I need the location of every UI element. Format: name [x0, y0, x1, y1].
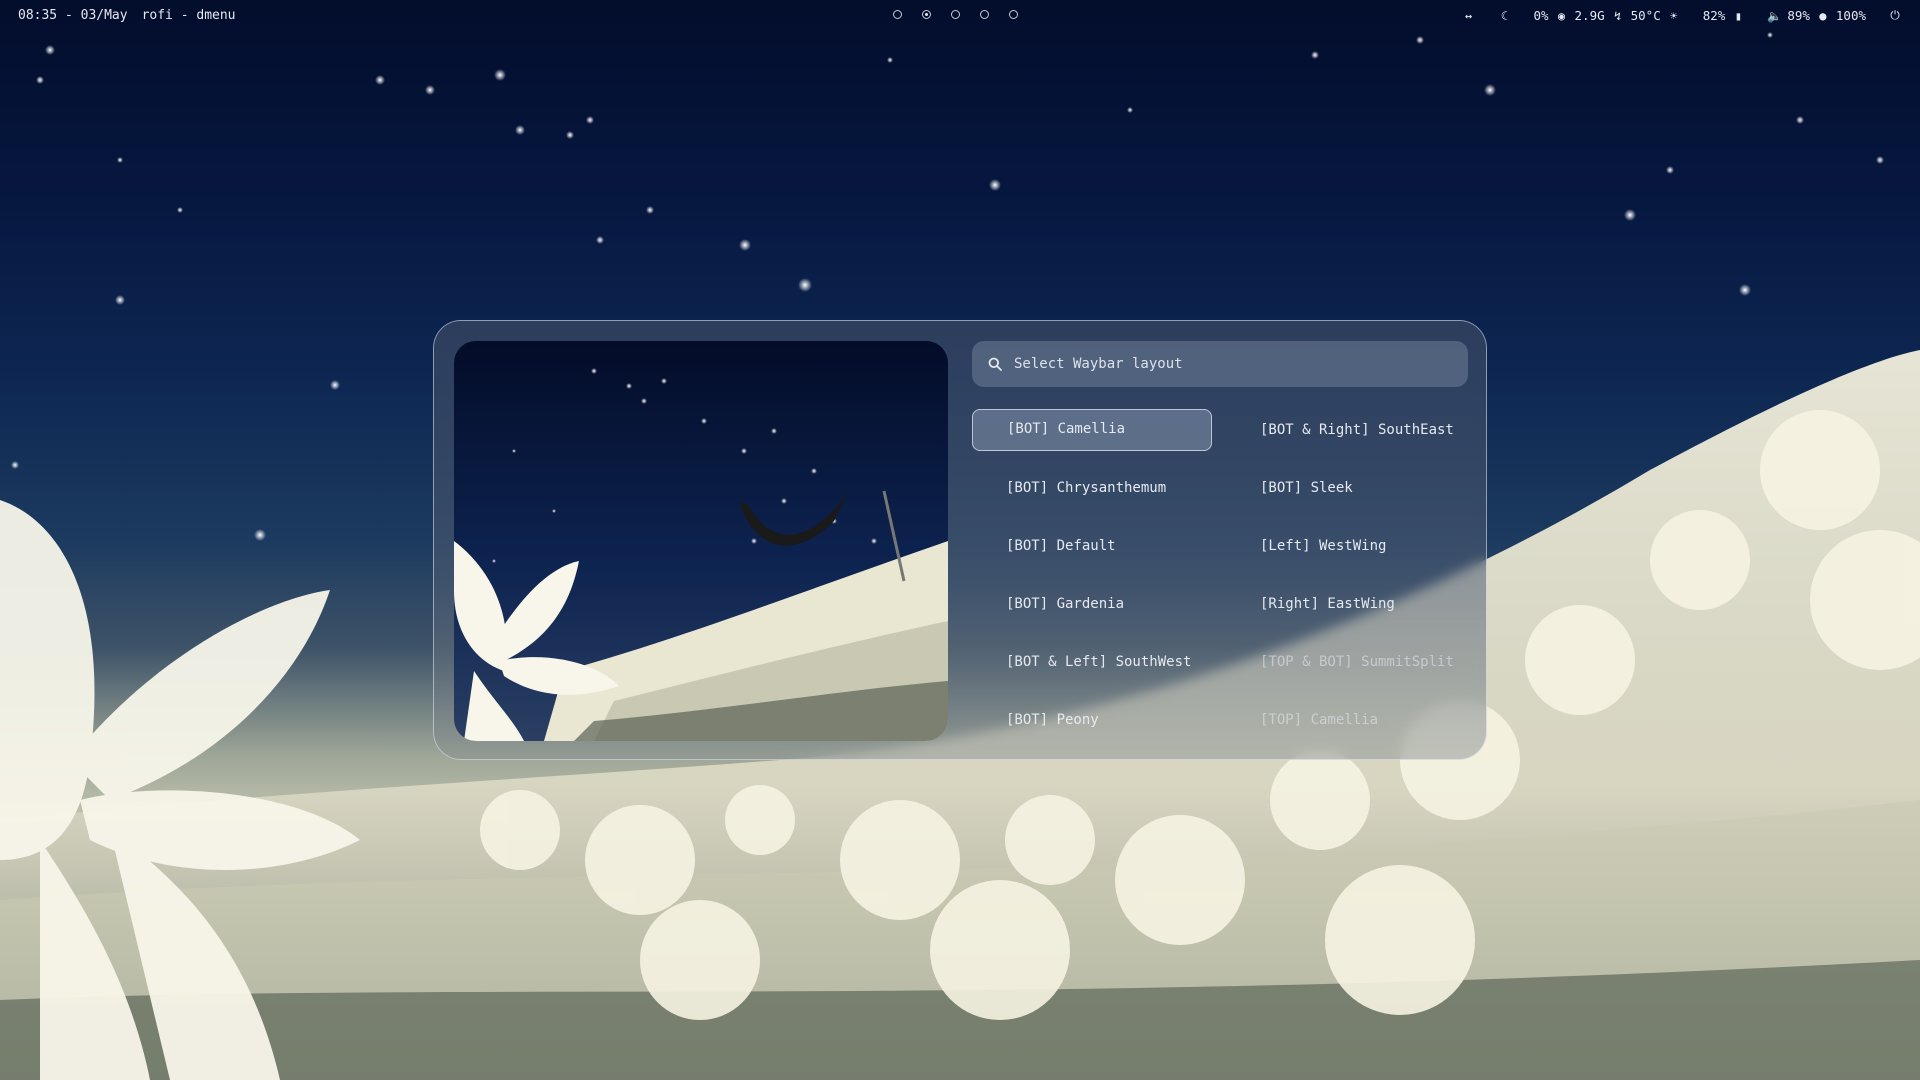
layout-item-bot-chrysanthemum[interactable]: [BOT] Chrysanthemum [972, 467, 1212, 509]
rofi-launcher: [BOT] Camellia [BOT & Right] SouthEast [… [433, 320, 1487, 760]
brightness-value[interactable]: 82% [1703, 8, 1726, 23]
layout-item-bot-right-southeast[interactable]: [BOT & Right] SouthEast [1228, 409, 1472, 451]
layout-list: [BOT] Camellia [BOT & Right] SouthEast [… [972, 409, 1472, 749]
layout-item-top-camellia[interactable]: [TOP] Camellia [1228, 699, 1472, 741]
workspace-3-button[interactable] [951, 10, 960, 19]
workspace-2-button[interactable] [922, 10, 931, 19]
layout-item-bot-peony[interactable]: [BOT] Peony [972, 699, 1212, 741]
mic-icon: ● [1819, 8, 1827, 23]
window-title: rofi - dmenu [141, 8, 236, 23]
code-icon[interactable]: ↔ [1461, 9, 1475, 23]
top-bar: 08:35 - 03/May rofi - dmenu ↔ ☾ 0% ◉ 2.9… [0, 0, 1920, 34]
layout-preview-image [454, 341, 948, 741]
layout-item-bot-left-southwest[interactable]: [BOT & Left] SouthWest [972, 641, 1212, 683]
search-input[interactable] [1012, 355, 1456, 373]
workspace-indicator [893, 10, 1018, 19]
layout-item-bot-default[interactable]: [BOT] Default [972, 525, 1212, 567]
cpu-usage[interactable]: 0% [1533, 8, 1548, 23]
memory-usage[interactable]: 2.9G [1575, 8, 1605, 23]
memory-icon: ◉ [1557, 8, 1566, 23]
volume-value[interactable]: 89% [1787, 8, 1810, 23]
layout-item-bot-gardenia[interactable]: [BOT] Gardenia [972, 583, 1212, 625]
battery-icon: ▮ [1734, 8, 1742, 23]
layout-item-left-westwing[interactable]: [Left] WestWing [1228, 525, 1472, 567]
layout-item-right-eastwing[interactable]: [Right] EastWing [1228, 583, 1472, 625]
search-icon [988, 357, 1002, 371]
layout-item-top-bot-summitsplit[interactable]: [TOP & BOT] SummitSplit [1228, 641, 1472, 683]
clock[interactable]: 08:35 - 03/May [18, 8, 128, 23]
workspace-1-button[interactable] [893, 10, 902, 19]
volume-icon: 🔈 [1767, 8, 1783, 23]
temperature-value[interactable]: 50°C [1631, 8, 1661, 23]
mic-value[interactable]: 100% [1836, 8, 1866, 23]
desktop: 08:35 - 03/May rofi - dmenu ↔ ☾ 0% ◉ 2.9… [0, 0, 1920, 1080]
brightness-icon: ☀ [1670, 8, 1678, 23]
workspace-5-button[interactable] [1009, 10, 1018, 19]
workspace-4-button[interactable] [980, 10, 989, 19]
layout-item-bot-camellia[interactable]: [BOT] Camellia [972, 409, 1212, 451]
moon-icon[interactable]: ☾ [1497, 9, 1511, 23]
layout-item-bot-sleek[interactable]: [BOT] Sleek [1228, 467, 1472, 509]
power-icon[interactable]: ⏻ [1888, 8, 1902, 23]
search-bar[interactable] [972, 341, 1468, 387]
temperature-icon: ↯ [1614, 8, 1622, 23]
